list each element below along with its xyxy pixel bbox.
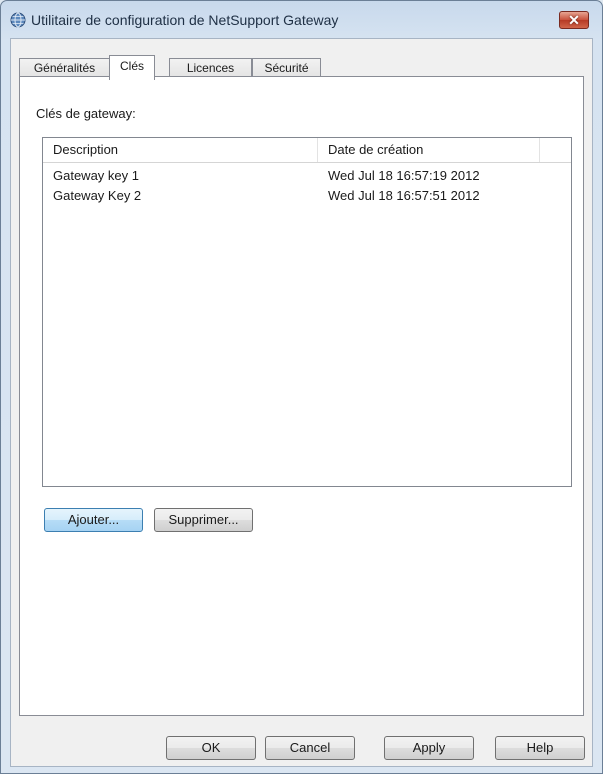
table-row[interactable]: Gateway Key 2 Wed Jul 18 16:57:51 2012 [43,186,571,206]
dialog-client: Généralités Clés Licences Sécurité Clés … [10,38,593,767]
list-header: Description Date de création [43,138,571,163]
window-title: Utilitaire de configuration de NetSuppor… [31,12,339,28]
gateway-keys-label: Clés de gateway: [36,106,136,121]
help-button[interactable]: Help [495,736,585,760]
title-bar[interactable]: Utilitaire de configuration de NetSuppor… [1,1,602,39]
row-date: Wed Jul 18 16:57:19 2012 [328,168,480,183]
column-header-description[interactable]: Description [43,138,318,162]
apply-button[interactable]: Apply [384,736,474,760]
row-description: Gateway Key 2 [53,188,142,203]
globe-icon [10,12,26,28]
row-date: Wed Jul 18 16:57:51 2012 [328,188,480,203]
delete-key-button[interactable]: Supprimer... [154,508,253,532]
tab-licences[interactable]: Licences [169,58,252,78]
tab-generalites[interactable]: Généralités [19,58,110,78]
cancel-button[interactable]: Cancel [265,736,355,760]
dialog-window: Utilitaire de configuration de NetSuppor… [0,0,603,774]
close-button[interactable]: ✕ [559,11,589,29]
keys-tab-panel: Clés de gateway: Description Date de cré… [19,76,584,716]
tab-securite[interactable]: Sécurité [252,58,321,78]
gateway-keys-list[interactable]: Description Date de création Gateway key… [42,137,572,487]
close-icon: ✕ [568,12,580,28]
ok-button[interactable]: OK [166,736,256,760]
add-key-button[interactable]: Ajouter... [44,508,143,532]
table-row[interactable]: Gateway key 1 Wed Jul 18 16:57:19 2012 [43,166,571,186]
row-description: Gateway key 1 [53,168,139,183]
column-header-date[interactable]: Date de création [318,138,540,162]
tab-cles[interactable]: Clés [109,55,155,80]
